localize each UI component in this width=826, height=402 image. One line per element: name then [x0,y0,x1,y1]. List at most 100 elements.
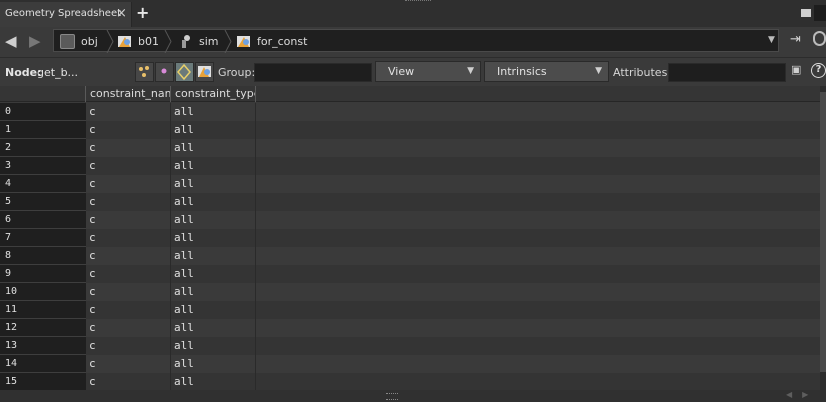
forward-arrow-icon[interactable]: ▶ [29,32,41,50]
cell-constraint-type[interactable]: all [171,229,256,247]
cell-constraint-type[interactable]: all [171,121,256,139]
path-bar: ◀ ▶ obj b01 sim for_const ▼ ⇥ [0,27,826,55]
primitives-mode-button[interactable] [175,62,194,82]
group-label: Group: [218,66,256,79]
network-path: obj b01 sim for_const ▼ [53,29,779,53]
table-row[interactable]: 11 c all [0,301,820,319]
view-dropdown[interactable]: View ▼ [375,61,481,82]
cell-constraint-name[interactable]: c [86,121,171,139]
cell-constraint-name[interactable]: c [86,301,171,319]
chevron-down-icon: ▼ [467,66,474,76]
back-arrow-icon[interactable]: ◀ [5,32,17,50]
cell-constraint-name[interactable]: c [86,103,171,121]
table-row[interactable]: 8 c all [0,247,820,265]
crumb-sim[interactable]: sim [178,34,219,49]
table-row[interactable]: 5 c all [0,193,820,211]
table-row[interactable]: 13 c all [0,337,820,355]
cell-constraint-type[interactable]: all [171,193,256,211]
cell-constraint-name[interactable]: c [86,157,171,175]
cell-constraint-type[interactable]: all [171,265,256,283]
cell-constraint-type[interactable]: all [171,139,256,157]
table-row[interactable]: 1 c all [0,121,820,139]
cell-constraint-name[interactable]: c [86,211,171,229]
group-input[interactable] [254,63,372,82]
cell-constraint-name[interactable]: c [86,175,171,193]
vertices-mode-button[interactable] [155,62,174,82]
footer-bar: ◀▶ [0,390,826,402]
cell-constraint-name[interactable]: c [86,373,171,390]
cell-constraint-type[interactable]: all [171,301,256,319]
link-icon[interactable] [813,31,826,46]
cell-constraint-type[interactable]: all [171,319,256,337]
dop-network-icon [182,35,190,48]
row-index: 2 [0,139,86,157]
path-dropdown-icon[interactable]: ▼ [768,35,775,45]
cell-constraint-name[interactable]: c [86,283,171,301]
table-row[interactable]: 7 c all [0,229,820,247]
breadcrumb-separator-icon [106,30,114,53]
spreadsheet-toolbar: Node: get_b... Group: View ▼ Intrinsics … [0,57,826,85]
cell-constraint-name[interactable]: c [86,337,171,355]
column-header-constraint-name[interactable]: constraint_nam [86,86,171,102]
row-index: 0 [0,103,86,121]
cell-constraint-type[interactable]: all [171,175,256,193]
obj-network-icon [60,34,75,49]
add-tab-icon[interactable]: + [136,3,149,22]
table-row[interactable]: 3 c all [0,157,820,175]
row-index: 15 [0,373,86,390]
vertical-scrollbar[interactable] [820,86,826,390]
breadcrumb-separator-icon [164,30,172,53]
scrollbar-thumb[interactable] [820,92,826,372]
cell-constraint-type[interactable]: all [171,337,256,355]
pin-icon[interactable]: ⇥ [790,32,801,47]
attributes-menu-icon[interactable]: ▣ [791,63,801,76]
node-value: get_b... [37,66,79,79]
intrinsics-dropdown[interactable]: Intrinsics ▼ [484,61,609,82]
cell-constraint-name[interactable]: c [86,247,171,265]
table-row[interactable]: 15 c all [0,373,820,390]
table-row[interactable]: 12 c all [0,319,820,337]
geo-node-icon [237,36,250,47]
table-row[interactable]: 0 c all [0,103,820,121]
pane-maximize-icon[interactable] [814,5,826,21]
detail-icon [198,66,211,77]
pane-resize-grip[interactable] [386,393,398,400]
cell-constraint-type[interactable]: all [171,247,256,265]
cell-constraint-type[interactable]: all [171,373,256,390]
pane-menu-icon[interactable] [801,9,811,17]
cell-constraint-name[interactable]: c [86,355,171,373]
table-row[interactable]: 2 c all [0,139,820,157]
help-icon[interactable]: ? [811,63,826,78]
cell-constraint-name[interactable]: c [86,319,171,337]
crumb-b01[interactable]: b01 [117,34,159,49]
cell-constraint-name[interactable]: c [86,193,171,211]
intrinsics-dropdown-label: Intrinsics [497,65,547,78]
crumb-label: b01 [138,35,159,48]
cell-constraint-name[interactable]: c [86,139,171,157]
crumb-obj[interactable]: obj [60,34,98,49]
cell-constraint-type[interactable]: all [171,157,256,175]
table-header: constraint_nam constraint_type [0,86,820,102]
table-row[interactable]: 4 c all [0,175,820,193]
scroll-arrows-icon[interactable]: ◀▶ [786,390,818,399]
tab-geometry-spreadsheet[interactable]: Geometry Spreadsheet × [0,2,132,27]
close-icon[interactable]: × [116,6,127,21]
cell-constraint-name[interactable]: c [86,265,171,283]
attributes-input[interactable] [668,63,786,82]
detail-mode-button[interactable] [195,62,214,82]
cell-constraint-type[interactable]: all [171,211,256,229]
row-index: 13 [0,337,86,355]
cell-constraint-type[interactable]: all [171,103,256,121]
pane-grip[interactable] [405,0,431,3]
table-row[interactable]: 10 c all [0,283,820,301]
table-row[interactable]: 14 c all [0,355,820,373]
points-mode-button[interactable] [135,62,154,82]
crumb-for-const[interactable]: for_const [236,34,307,49]
cell-constraint-type[interactable]: all [171,355,256,373]
table-row[interactable]: 9 c all [0,265,820,283]
table-row[interactable]: 6 c all [0,211,820,229]
cell-constraint-type[interactable]: all [171,283,256,301]
column-header-constraint-type[interactable]: constraint_type [171,86,256,102]
cell-constraint-name[interactable]: c [86,229,171,247]
row-index: 10 [0,283,86,301]
